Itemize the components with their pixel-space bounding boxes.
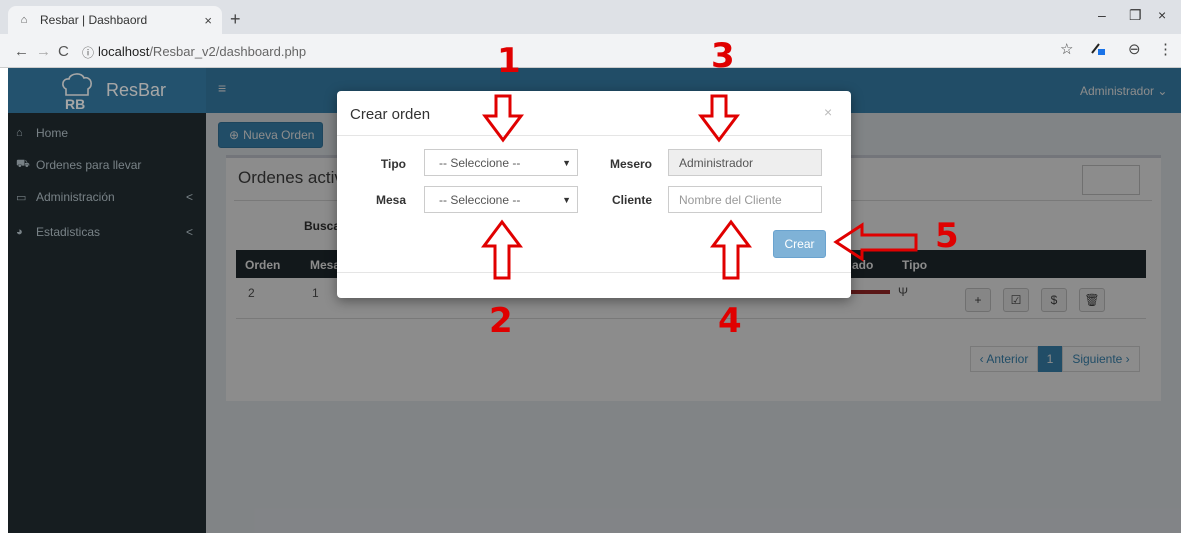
annotation-number-2: 2 [489, 301, 513, 341]
arrow-up-icon [481, 219, 523, 280]
arrow-down-icon [482, 94, 524, 143]
arrow-down-icon [698, 94, 740, 143]
annotation-layer [481, 94, 918, 280]
annotation-number-4: 4 [718, 301, 742, 341]
annotation-number-1: 1 [497, 41, 521, 81]
arrow-left-icon [833, 222, 918, 262]
annotation-number-5: 5 [935, 216, 959, 256]
arrow-up-icon [710, 219, 752, 280]
annotation-number-3: 3 [711, 36, 735, 76]
